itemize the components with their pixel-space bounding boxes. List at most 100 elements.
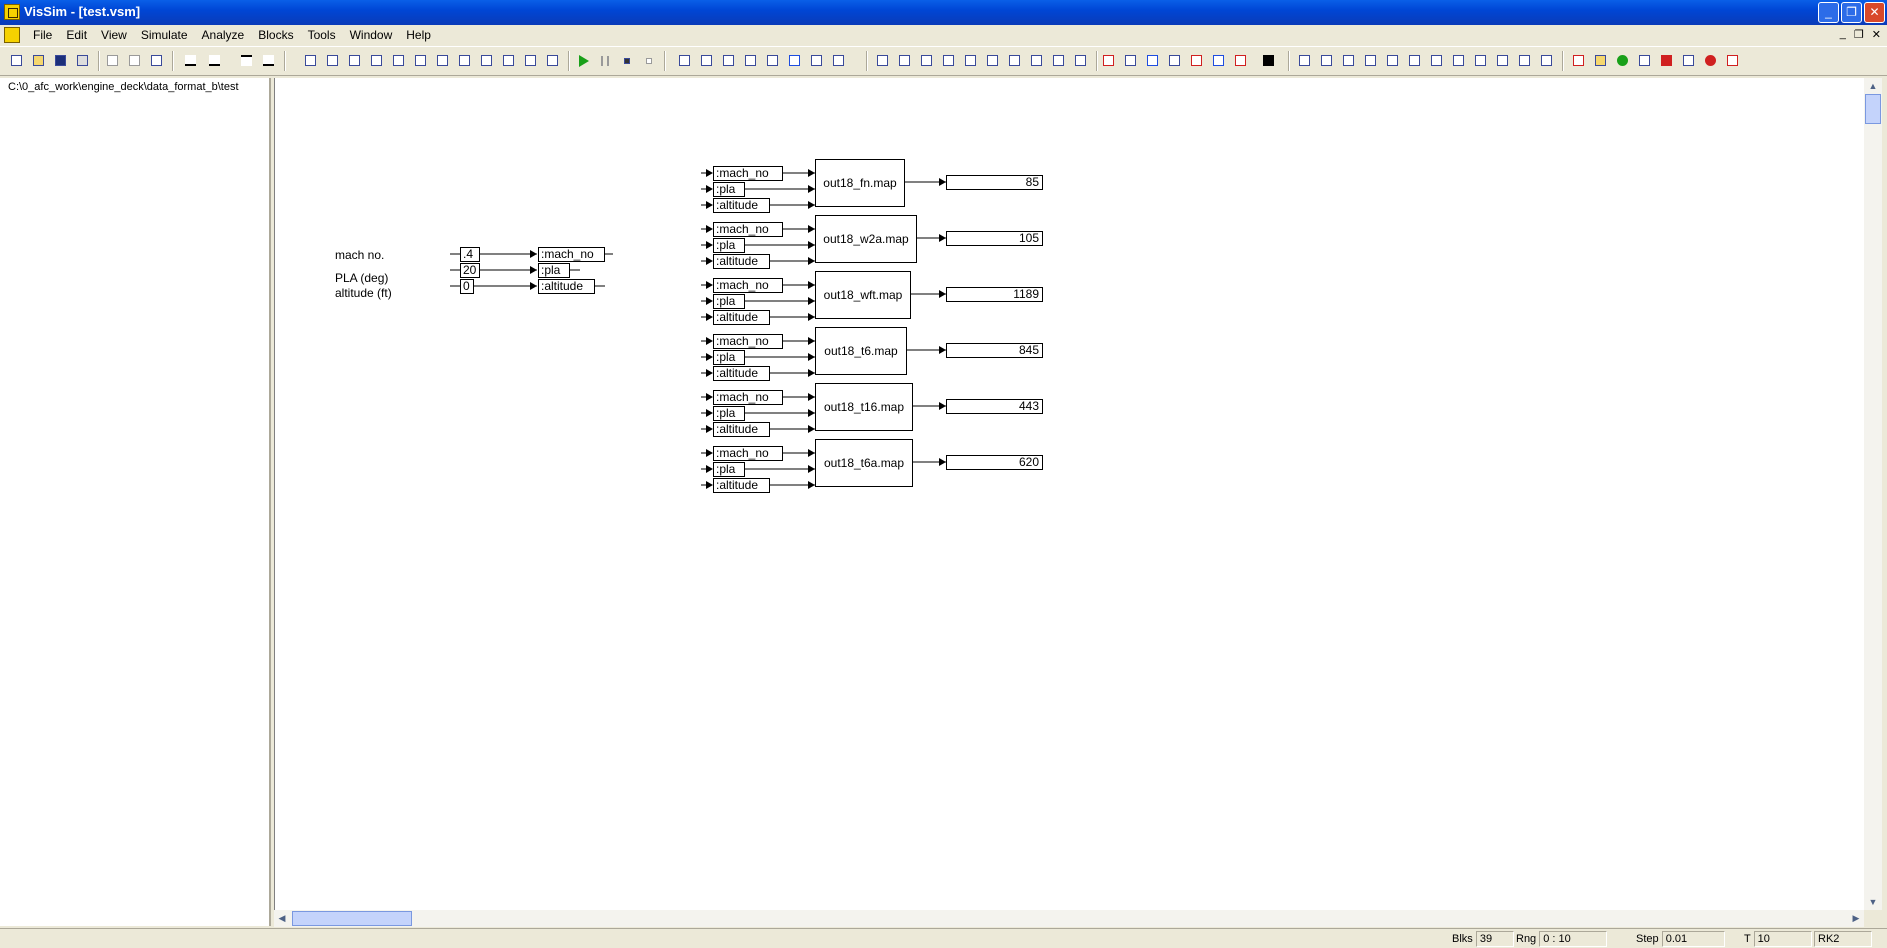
plane-icon[interactable] xyxy=(1210,52,1228,70)
menu-blocks[interactable]: Blocks xyxy=(251,28,300,42)
display-tool-4-icon[interactable] xyxy=(1362,52,1380,70)
print-icon[interactable] xyxy=(74,52,92,70)
map-input-altitude[interactable]: :altitude xyxy=(713,254,770,269)
map-input-altitude[interactable]: :altitude xyxy=(713,198,770,213)
operator-tool-5-icon[interactable] xyxy=(764,52,782,70)
color-fill-icon[interactable] xyxy=(1260,52,1278,70)
mdi-minimize-button[interactable]: _ xyxy=(1840,28,1846,41)
display-tool-9-icon[interactable] xyxy=(1472,52,1490,70)
operator-tool-1-icon[interactable] xyxy=(676,52,694,70)
map-output-display[interactable]: 1189 xyxy=(946,287,1043,302)
operator-tool-8-icon[interactable] xyxy=(830,52,848,70)
scroll-down-icon[interactable]: ▼ xyxy=(1865,894,1881,910)
pause-icon[interactable] xyxy=(596,52,614,70)
display-tool-11-icon[interactable] xyxy=(1516,52,1534,70)
mdi-restore-button[interactable]: ❐ xyxy=(1854,28,1864,41)
map-input-altitude[interactable]: :altitude xyxy=(713,422,770,437)
annotation-tool-4-icon[interactable] xyxy=(1188,52,1206,70)
menu-file[interactable]: File xyxy=(26,28,59,42)
move-up-icon[interactable] xyxy=(238,52,256,70)
menu-simulate[interactable]: Simulate xyxy=(134,28,195,42)
step-icon[interactable] xyxy=(618,52,636,70)
analysis-tool-3-icon[interactable] xyxy=(1614,52,1632,70)
map-input-pla[interactable]: :pla xyxy=(713,294,745,309)
pla-variable-block[interactable]: :pla xyxy=(538,263,570,278)
analysis-tool-2-icon[interactable] xyxy=(1592,52,1610,70)
signal-tool-9-icon[interactable] xyxy=(1050,52,1068,70)
signal-tool-4-icon[interactable] xyxy=(940,52,958,70)
analysis-tool-6-icon[interactable] xyxy=(1680,52,1698,70)
cut-icon[interactable] xyxy=(104,52,122,70)
map-input-altitude[interactable]: :altitude xyxy=(713,366,770,381)
block-tool-6-icon[interactable] xyxy=(412,52,430,70)
map-input-mach[interactable]: :mach_no xyxy=(713,278,783,293)
vertical-scroll-thumb[interactable] xyxy=(1865,94,1881,124)
signal-tool-7-icon[interactable] xyxy=(1006,52,1024,70)
annotation-tool-3-icon[interactable] xyxy=(1166,52,1184,70)
block-tool-12-icon[interactable] xyxy=(544,52,562,70)
display-tool-7-icon[interactable] xyxy=(1428,52,1446,70)
signal-tool-5-icon[interactable] xyxy=(962,52,980,70)
document-icon[interactable] xyxy=(4,27,20,43)
display-tool-10-icon[interactable] xyxy=(1494,52,1512,70)
map-block[interactable]: out18_t6.map xyxy=(815,327,907,375)
analysis-tool-1-icon[interactable] xyxy=(1570,52,1588,70)
map-output-display[interactable]: 845 xyxy=(946,343,1043,358)
map-input-pla[interactable]: :pla xyxy=(713,462,745,477)
map-input-mach[interactable]: :mach_no xyxy=(713,222,783,237)
map-block[interactable]: out18_w2a.map xyxy=(815,215,917,263)
scroll-left-icon[interactable]: ◀ xyxy=(274,910,290,927)
signal-tool-10-icon[interactable] xyxy=(1072,52,1090,70)
operator-tool-3-icon[interactable] xyxy=(720,52,738,70)
stop-icon[interactable] xyxy=(640,52,658,70)
map-input-mach[interactable]: :mach_no xyxy=(713,166,783,181)
map-output-display[interactable]: 105 xyxy=(946,231,1043,246)
wire-remove-icon[interactable] xyxy=(206,52,224,70)
horizontal-scrollbar[interactable]: ◀ ▶ xyxy=(274,910,1864,927)
block-tool-5-icon[interactable] xyxy=(390,52,408,70)
annotation-tool-2-icon[interactable] xyxy=(1144,52,1162,70)
display-tool-12-icon[interactable] xyxy=(1538,52,1556,70)
block-tool-8-icon[interactable] xyxy=(456,52,474,70)
block-tool-11-icon[interactable] xyxy=(522,52,540,70)
menu-window[interactable]: Window xyxy=(343,28,400,42)
mach-variable-block[interactable]: :mach_no xyxy=(538,247,605,262)
map-input-altitude[interactable]: :altitude xyxy=(713,310,770,325)
diagram-canvas[interactable]: mach no. PLA (deg) altitude (ft) .4 20 0… xyxy=(274,78,1865,910)
altitude-const-block[interactable]: 0 xyxy=(460,279,474,294)
display-tool-5-icon[interactable] xyxy=(1384,52,1402,70)
operator-tool-6-icon[interactable] xyxy=(786,52,804,70)
mach-const-block[interactable]: .4 xyxy=(460,247,480,262)
save-icon[interactable] xyxy=(52,52,70,70)
operator-tool-4-icon[interactable] xyxy=(742,52,760,70)
map-input-pla[interactable]: :pla xyxy=(713,182,745,197)
signal-tool-1-icon[interactable] xyxy=(874,52,892,70)
map-block[interactable]: out18_wft.map xyxy=(815,271,911,319)
analysis-tool-5-icon[interactable] xyxy=(1658,52,1676,70)
display-tool-8-icon[interactable] xyxy=(1450,52,1468,70)
scroll-right-icon[interactable]: ▶ xyxy=(1848,910,1864,927)
map-block[interactable]: out18_t16.map xyxy=(815,383,913,431)
analysis-tool-7-icon[interactable] xyxy=(1702,52,1720,70)
operator-tool-7-icon[interactable] xyxy=(808,52,826,70)
play-icon[interactable] xyxy=(574,52,592,70)
display-tool-3-icon[interactable] xyxy=(1340,52,1358,70)
map-output-display[interactable]: 443 xyxy=(946,399,1043,414)
open-file-icon[interactable] xyxy=(30,52,48,70)
map-block[interactable]: out18_fn.map xyxy=(815,159,905,207)
block-tool-3-icon[interactable] xyxy=(346,52,364,70)
map-input-pla[interactable]: :pla xyxy=(713,238,745,253)
map-input-mach[interactable]: :mach_no xyxy=(713,446,783,461)
analysis-tool-8-icon[interactable] xyxy=(1724,52,1742,70)
copy-icon[interactable] xyxy=(126,52,144,70)
vissim-app-icon[interactable] xyxy=(4,4,20,20)
map-input-altitude[interactable]: :altitude xyxy=(713,478,770,493)
block-tool-1-icon[interactable] xyxy=(302,52,320,70)
wire-add-icon[interactable] xyxy=(182,52,200,70)
annotation-tool-1-icon[interactable] xyxy=(1122,52,1140,70)
menu-analyze[interactable]: Analyze xyxy=(195,28,252,42)
altitude-variable-block[interactable]: :altitude xyxy=(538,279,595,294)
block-tool-2-icon[interactable] xyxy=(324,52,342,70)
mdi-close-button[interactable]: ✕ xyxy=(1872,28,1881,41)
map-input-pla[interactable]: :pla xyxy=(713,406,745,421)
